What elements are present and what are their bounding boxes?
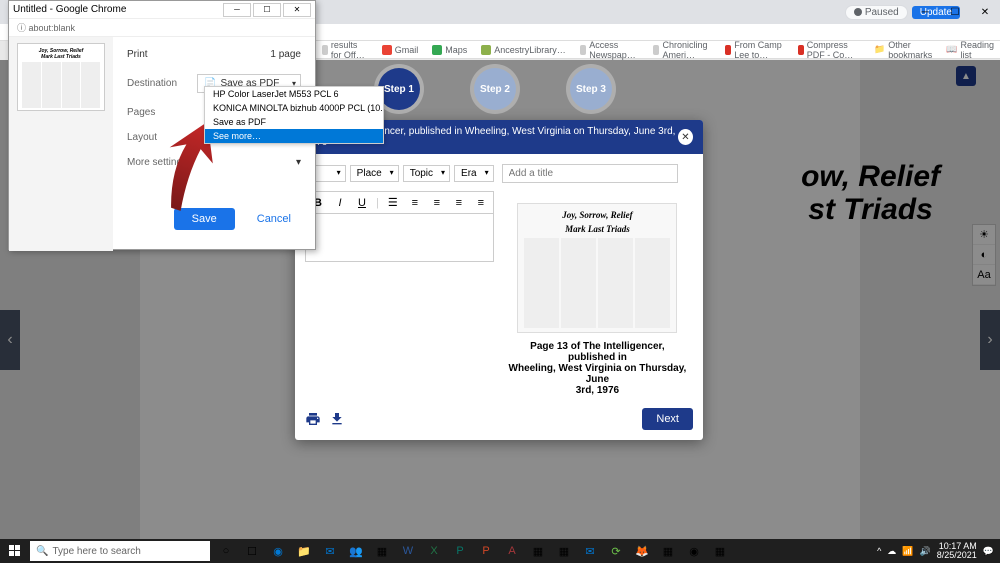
bookmark-camplee[interactable]: From Camp Lee to… <box>725 40 784 60</box>
volume-icon[interactable]: 🔊 <box>920 546 931 557</box>
print-close-button[interactable]: ✕ <box>283 3 311 17</box>
place-dropdown[interactable]: Place▾ <box>350 165 399 182</box>
firefox-icon[interactable]: 🦊 <box>630 539 654 563</box>
step-1-badge[interactable]: Step 1 <box>378 68 420 110</box>
era-dropdown[interactable]: Era▾ <box>454 165 494 182</box>
print-title: Print <box>127 49 148 60</box>
print-minimize-button[interactable]: ─ <box>223 3 251 17</box>
print-preview-pane: Joy, Sorrow, Relief Mark Last Triads <box>9 37 113 251</box>
print-settings-pane: Print 1 page Destination 📄 Save as PDF ▾… <box>113 37 315 251</box>
underline-button[interactable]: U <box>354 197 370 209</box>
destination-label: Destination <box>127 78 197 89</box>
modal-close-button[interactable]: ✕ <box>678 129 693 145</box>
bookmark-chronicling[interactable]: Chronicling Ameri… <box>653 40 711 60</box>
clipping-modal: 13 of The Intelligencer, published in Wh… <box>295 120 703 440</box>
notifications-icon[interactable]: 💬 <box>983 546 994 557</box>
title-input[interactable] <box>502 164 678 183</box>
save-button[interactable]: Save <box>174 208 235 230</box>
edge-icon[interactable]: ◉ <box>266 539 290 563</box>
wifi-icon[interactable]: 📶 <box>902 546 913 557</box>
layout-label: Layout <box>127 132 197 143</box>
align-left-button[interactable]: ≡ <box>429 197 445 209</box>
step-3-badge[interactable]: Step 3 <box>570 68 612 110</box>
cortana-icon[interactable]: ○ <box>214 539 238 563</box>
mail-icon[interactable]: ✉ <box>578 539 602 563</box>
taskbar-search[interactable]: 🔍 Type here to search <box>30 541 210 561</box>
app-icon-2[interactable]: ▦ <box>552 539 576 563</box>
bookmarks-bar: results for Off… Gmail Maps AncestryLibr… <box>316 41 1000 59</box>
access-icon[interactable]: A <box>500 539 524 563</box>
clock[interactable]: 10:17 AM 8/25/2021 <box>937 542 977 560</box>
format-toolbar: B I U | ☰ ≡ ≡ ≡ ≡ <box>305 191 494 214</box>
app-icon-3[interactable]: ▦ <box>656 539 680 563</box>
task-view-icon[interactable]: ☐ <box>240 539 264 563</box>
print-url: ⓘ about:blank <box>9 19 315 37</box>
pages-label: Pages <box>127 107 197 118</box>
article-caption: Page 13 of The Intelligencer, published … <box>506 341 689 396</box>
teams-icon[interactable]: 👥 <box>344 539 368 563</box>
preview-page: Joy, Sorrow, Relief Mark Last Triads <box>17 43 105 111</box>
step-2-badge[interactable]: Step 2 <box>474 68 516 110</box>
cancel-button[interactable]: Cancel <box>247 208 301 230</box>
bookmark-ancestry[interactable]: AncestryLibrary… <box>481 45 566 55</box>
onedrive-icon[interactable]: ☁ <box>887 546 896 557</box>
bookmark-maps[interactable]: Maps <box>432 45 467 55</box>
maximize-button[interactable]: ☐ <box>940 0 970 24</box>
bookmark-newspapers[interactable]: Access Newspap… <box>580 40 640 60</box>
window-controls: ─ ☐ ✕ <box>910 0 1000 24</box>
publisher-icon[interactable]: P <box>448 539 472 563</box>
app-icon-1[interactable]: ▦ <box>526 539 550 563</box>
text-editor[interactable] <box>305 214 494 262</box>
editor-toolbar: ▾ Place▾ Topic▾ Era▾ <box>305 164 693 183</box>
word-icon[interactable]: W <box>396 539 420 563</box>
printer-hp[interactable]: HP Color LaserJet M553 PCL 6 <box>205 87 383 101</box>
print-maximize-button[interactable]: ☐ <box>253 3 281 17</box>
app-icon-4[interactable]: ▦ <box>708 539 732 563</box>
printer-konica[interactable]: KONICA MINOLTA bizhub 4000P PCL (10.99.1… <box>205 101 383 115</box>
reading-list[interactable]: 📖 Reading list <box>946 40 994 60</box>
search-icon: 🔍 <box>36 546 48 557</box>
print-page-count: 1 page <box>270 49 301 60</box>
powerpoint-icon[interactable]: P <box>474 539 498 563</box>
vmware-icon[interactable]: ▦ <box>370 539 394 563</box>
article-preview-image: Joy, Sorrow, Relief Mark Last Triads <box>517 203 677 333</box>
download-icon[interactable] <box>329 411 345 427</box>
print-window-title: Untitled - Google Chrome <box>13 4 126 15</box>
more-settings-label[interactable]: More settings <box>127 157 197 168</box>
printer-see-more[interactable]: See more… <box>205 129 383 143</box>
excel-icon[interactable]: X <box>422 539 446 563</box>
sync-icon[interactable]: ⟳ <box>604 539 628 563</box>
bookmark-results[interactable]: results for Off… <box>322 40 368 60</box>
topic-dropdown[interactable]: Topic▾ <box>403 165 450 182</box>
start-button[interactable] <box>0 539 30 563</box>
align-center-button[interactable]: ≡ <box>451 197 467 209</box>
next-button[interactable]: Next <box>642 408 693 430</box>
chrome-icon[interactable]: ◉ <box>682 539 706 563</box>
number-list-button[interactable]: ≡ <box>407 197 423 209</box>
bookmark-other[interactable]: 📁 Other bookmarks <box>874 40 932 60</box>
italic-button[interactable]: I <box>332 197 348 209</box>
align-right-button[interactable]: ≡ <box>473 197 489 209</box>
outlook-icon[interactable]: ✉ <box>318 539 342 563</box>
print-title-bar: Untitled - Google Chrome ─ ☐ ✕ <box>9 1 315 19</box>
bookmark-gmail[interactable]: Gmail <box>382 45 419 55</box>
taskbar: 🔍 Type here to search ○ ☐ ◉ 📁 ✉ 👥 ▦ W X … <box>0 539 1000 563</box>
bookmark-compress[interactable]: Compress PDF - Co… <box>798 40 860 60</box>
bullet-list-button[interactable]: ☰ <box>385 196 401 209</box>
taskbar-apps: ○ ☐ ◉ 📁 ✉ 👥 ▦ W X P P A ▦ ▦ ✉ ⟳ 🦊 ▦ ◉ ▦ <box>214 539 732 563</box>
minimize-button[interactable]: ─ <box>910 0 940 24</box>
system-tray: ^ ☁ 📶 🔊 10:17 AM 8/25/2021 💬 <box>877 542 1000 560</box>
print-icon[interactable] <box>305 411 321 427</box>
printer-menu: HP Color LaserJet M553 PCL 6 KONICA MINO… <box>204 86 384 144</box>
paused-button[interactable]: Paused <box>845 5 908 20</box>
tray-up-icon[interactable]: ^ <box>877 546 881 556</box>
close-button[interactable]: ✕ <box>970 0 1000 24</box>
explorer-icon[interactable]: 📁 <box>292 539 316 563</box>
printer-save-pdf[interactable]: Save as PDF <box>205 115 383 129</box>
